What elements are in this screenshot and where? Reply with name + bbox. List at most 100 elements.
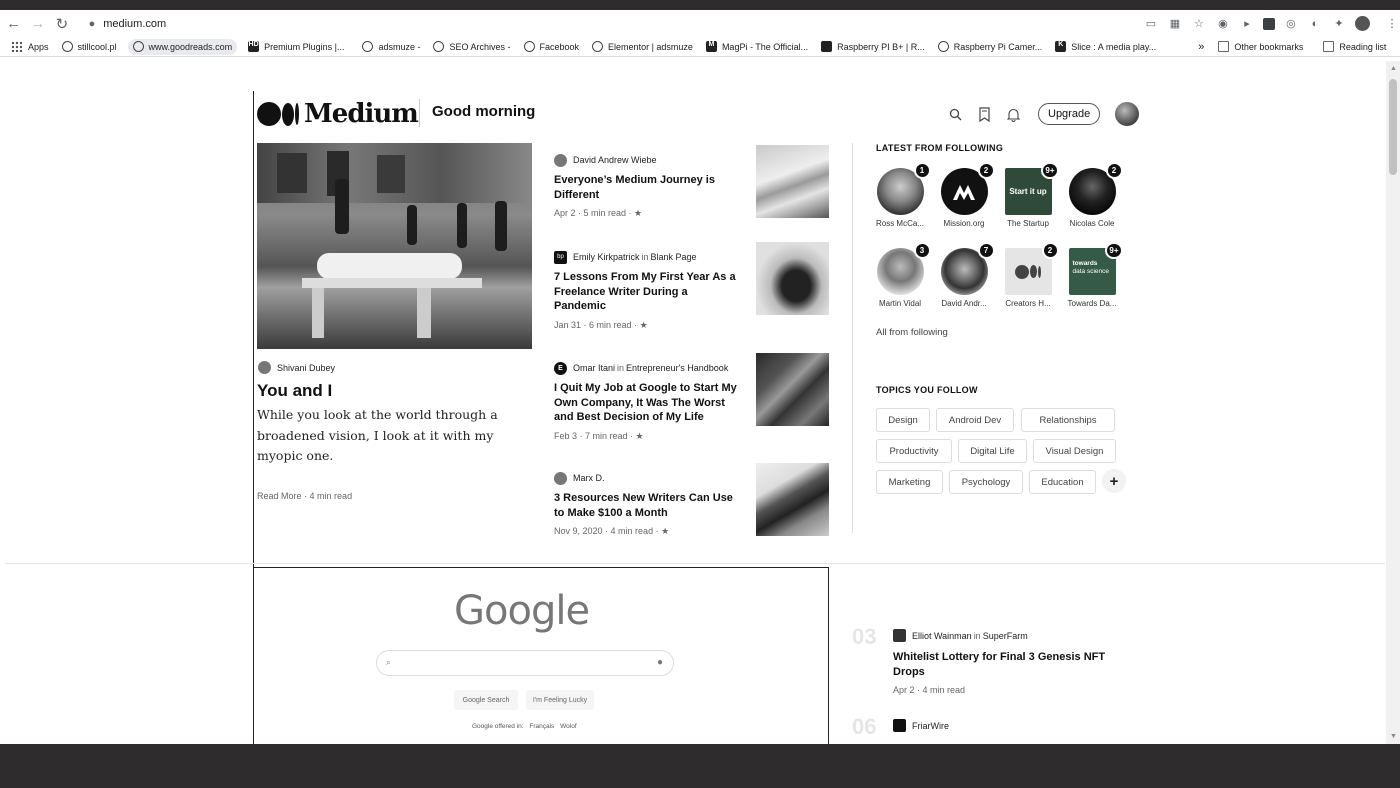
publication-name[interactable]: Blank Page [651, 252, 697, 262]
read-more-link[interactable]: Read More [257, 491, 302, 501]
menu-kebab-icon[interactable]: ⋮ [1384, 16, 1400, 32]
screenshot-icon[interactable]: ◉ [1215, 16, 1231, 32]
featured-subtitle[interactable]: While you look at the world through a br… [257, 405, 527, 467]
story-thumbnail[interactable] [756, 463, 829, 536]
publication-name[interactable]: Entrepreneur's Handbook [626, 363, 728, 373]
bookmark-item[interactable]: www.goodreads.com [127, 38, 238, 55]
following-name: Towards Da... [1067, 299, 1117, 308]
following-item[interactable]: 7 David Andr... [938, 242, 995, 308]
mic-icon[interactable]: ● [657, 657, 663, 668]
upgrade-button[interactable]: Upgrade [1038, 103, 1101, 125]
following-item[interactable]: 3 Martin Vidal [874, 242, 931, 308]
other-bookmarks[interactable]: Other bookmarks [1216, 39, 1305, 55]
language-link[interactable]: Wolof [560, 723, 577, 730]
cast-icon[interactable]: ▭ [1143, 16, 1159, 32]
back-icon[interactable]: ← [3, 13, 24, 35]
story-card[interactable]: bp Emily Kirkpatrick in Blank Page 7 Lesson… [554, 242, 834, 331]
bookmarks-overflow[interactable]: » [1196, 39, 1206, 55]
story-card[interactable]: David Andrew Wiebe Everyone’s Medium Jou… [554, 145, 834, 219]
trending-author[interactable]: Elliot Wainman in SuperFarm [893, 629, 1123, 642]
bookmark-item[interactable]: adsmuze - [360, 39, 422, 55]
folder-icon [1218, 41, 1230, 52]
medium-logo[interactable]: Medium [257, 99, 419, 129]
bookmark-item[interactable]: SEO Archives - [431, 39, 512, 55]
extension-icon-1[interactable]: ▸ [1239, 16, 1255, 32]
google-search-button[interactable]: Google Search [454, 690, 518, 710]
story-title[interactable]: Everyone’s Medium Journey is Different [554, 173, 740, 202]
scroll-up-icon[interactable]: ▲ [1390, 65, 1397, 72]
user-avatar[interactable] [1115, 102, 1140, 126]
following-item[interactable]: towards data science 9+ Towards Da... [1066, 242, 1123, 308]
reload-icon[interactable]: ↻ [51, 13, 72, 35]
publication-name[interactable]: SuperFarm [983, 631, 1028, 641]
topic-tag[interactable]: Marketing [876, 470, 943, 494]
raspberry-icon [937, 41, 949, 52]
all-from-following-link[interactable]: All from following [876, 327, 948, 338]
add-topic-button[interactable]: + [1102, 469, 1126, 493]
bookmark-item[interactable]: K Slice : A media play... [1053, 39, 1158, 55]
feeling-lucky-button[interactable]: I'm Feeling Lucky [526, 690, 594, 710]
following-item[interactable]: 2 Mission.org [938, 162, 995, 228]
story-title[interactable]: I Quit My Job at Google to Start My Own … [554, 381, 740, 425]
topic-tag[interactable]: Android Dev [936, 408, 1014, 432]
featured-author[interactable]: Shivani Dubey [258, 361, 335, 374]
address-bar[interactable]: ● medium.com [89, 13, 1129, 35]
extension-icon-2[interactable] [1262, 17, 1275, 30]
search-icon[interactable] [947, 106, 963, 122]
story-thumbnail[interactable] [756, 353, 829, 426]
address-url[interactable]: medium.com [103, 18, 166, 30]
following-item[interactable]: Start it up 9+ The Startup [1002, 162, 1059, 228]
featured-title[interactable]: You and I [257, 381, 332, 401]
following-item[interactable]: 2 Nicolas Cole [1066, 162, 1123, 228]
topic-tag[interactable]: Relationships [1021, 408, 1115, 432]
following-item[interactable]: 2 Creators H... [1002, 242, 1059, 308]
bookmark-apps[interactable]: Apps [9, 39, 51, 55]
extension-icon-3[interactable]: ◎ [1283, 16, 1299, 32]
read-time: 4 min read [309, 491, 353, 501]
google-language-offer: Google offered in: Français Wolof [472, 723, 577, 730]
following-item[interactable]: 1 Ross McCa... [874, 162, 931, 228]
bookmark-item[interactable]: Elementor | adsmuze [590, 39, 695, 55]
star-icon[interactable]: ☆ [1191, 16, 1207, 32]
author-name: Omar Itani [573, 363, 616, 373]
header-separator [419, 99, 420, 127]
bookmark-item[interactable]: Raspberry Pi Camer... [936, 39, 1045, 55]
qr-icon[interactable]: ▦ [1167, 16, 1183, 32]
extension-icon-4[interactable]: ◐ [1307, 16, 1323, 32]
trending-title[interactable]: Whitelist Lottery for Final 3 Genesis NF… [893, 650, 1123, 679]
story-thumbnail[interactable] [756, 145, 829, 218]
bookmark-item[interactable]: M MagPi - The Official... [704, 39, 810, 55]
story-card[interactable]: Marx D. 3 Resources New Writers Can Use … [554, 463, 834, 537]
story-date: Apr 2 [893, 685, 915, 695]
scrollbar-thumb[interactable] [1389, 79, 1397, 175]
story-card[interactable]: E Omar Itani in Entrepreneur's Handbook I Q… [554, 353, 834, 442]
bookmark-item[interactable]: HD Premium Plugins |... [246, 39, 346, 55]
bookmark-item[interactable]: stillcool.pl [60, 39, 119, 55]
forward-icon[interactable]: → [27, 13, 48, 35]
bookmark-item[interactable]: Raspberry PI B+ | R... [819, 39, 927, 55]
profile-avatar-icon[interactable] [1354, 16, 1370, 31]
topic-tag[interactable]: Psychology [949, 470, 1023, 494]
topic-tag[interactable]: Productivity [876, 439, 952, 463]
reading-list[interactable]: Reading list [1321, 39, 1388, 55]
following-avatar: 2 [1004, 242, 1059, 295]
language-link[interactable]: Français [529, 723, 554, 730]
bookmarks-icon[interactable] [976, 106, 992, 122]
topic-tag[interactable]: Education [1029, 470, 1096, 494]
bookmark-item[interactable]: Facebook [522, 39, 582, 55]
trending-author[interactable]: FriarWire [893, 719, 1123, 732]
featured-story-image[interactable] [257, 143, 532, 349]
in-label: in [641, 252, 649, 262]
topic-tag[interactable]: Design [876, 408, 930, 432]
scroll-down-icon[interactable]: ▼ [1390, 733, 1397, 740]
page-scrollbar[interactable]: ▲ ▼ [1386, 61, 1400, 744]
topic-tag[interactable]: Digital Life [958, 439, 1027, 463]
globe-icon [433, 41, 445, 52]
story-thumbnail[interactable] [756, 242, 829, 315]
story-title[interactable]: 3 Resources New Writers Can Use to Make … [554, 491, 740, 520]
topic-tag[interactable]: Visual Design [1033, 439, 1116, 463]
story-title[interactable]: 7 Lessons From My First Year As a Freela… [554, 270, 740, 314]
notifications-bell-icon[interactable] [1005, 106, 1021, 122]
puzzle-icon[interactable]: ✦ [1331, 16, 1347, 32]
google-search-input[interactable]: ⌕ ● [376, 650, 674, 676]
